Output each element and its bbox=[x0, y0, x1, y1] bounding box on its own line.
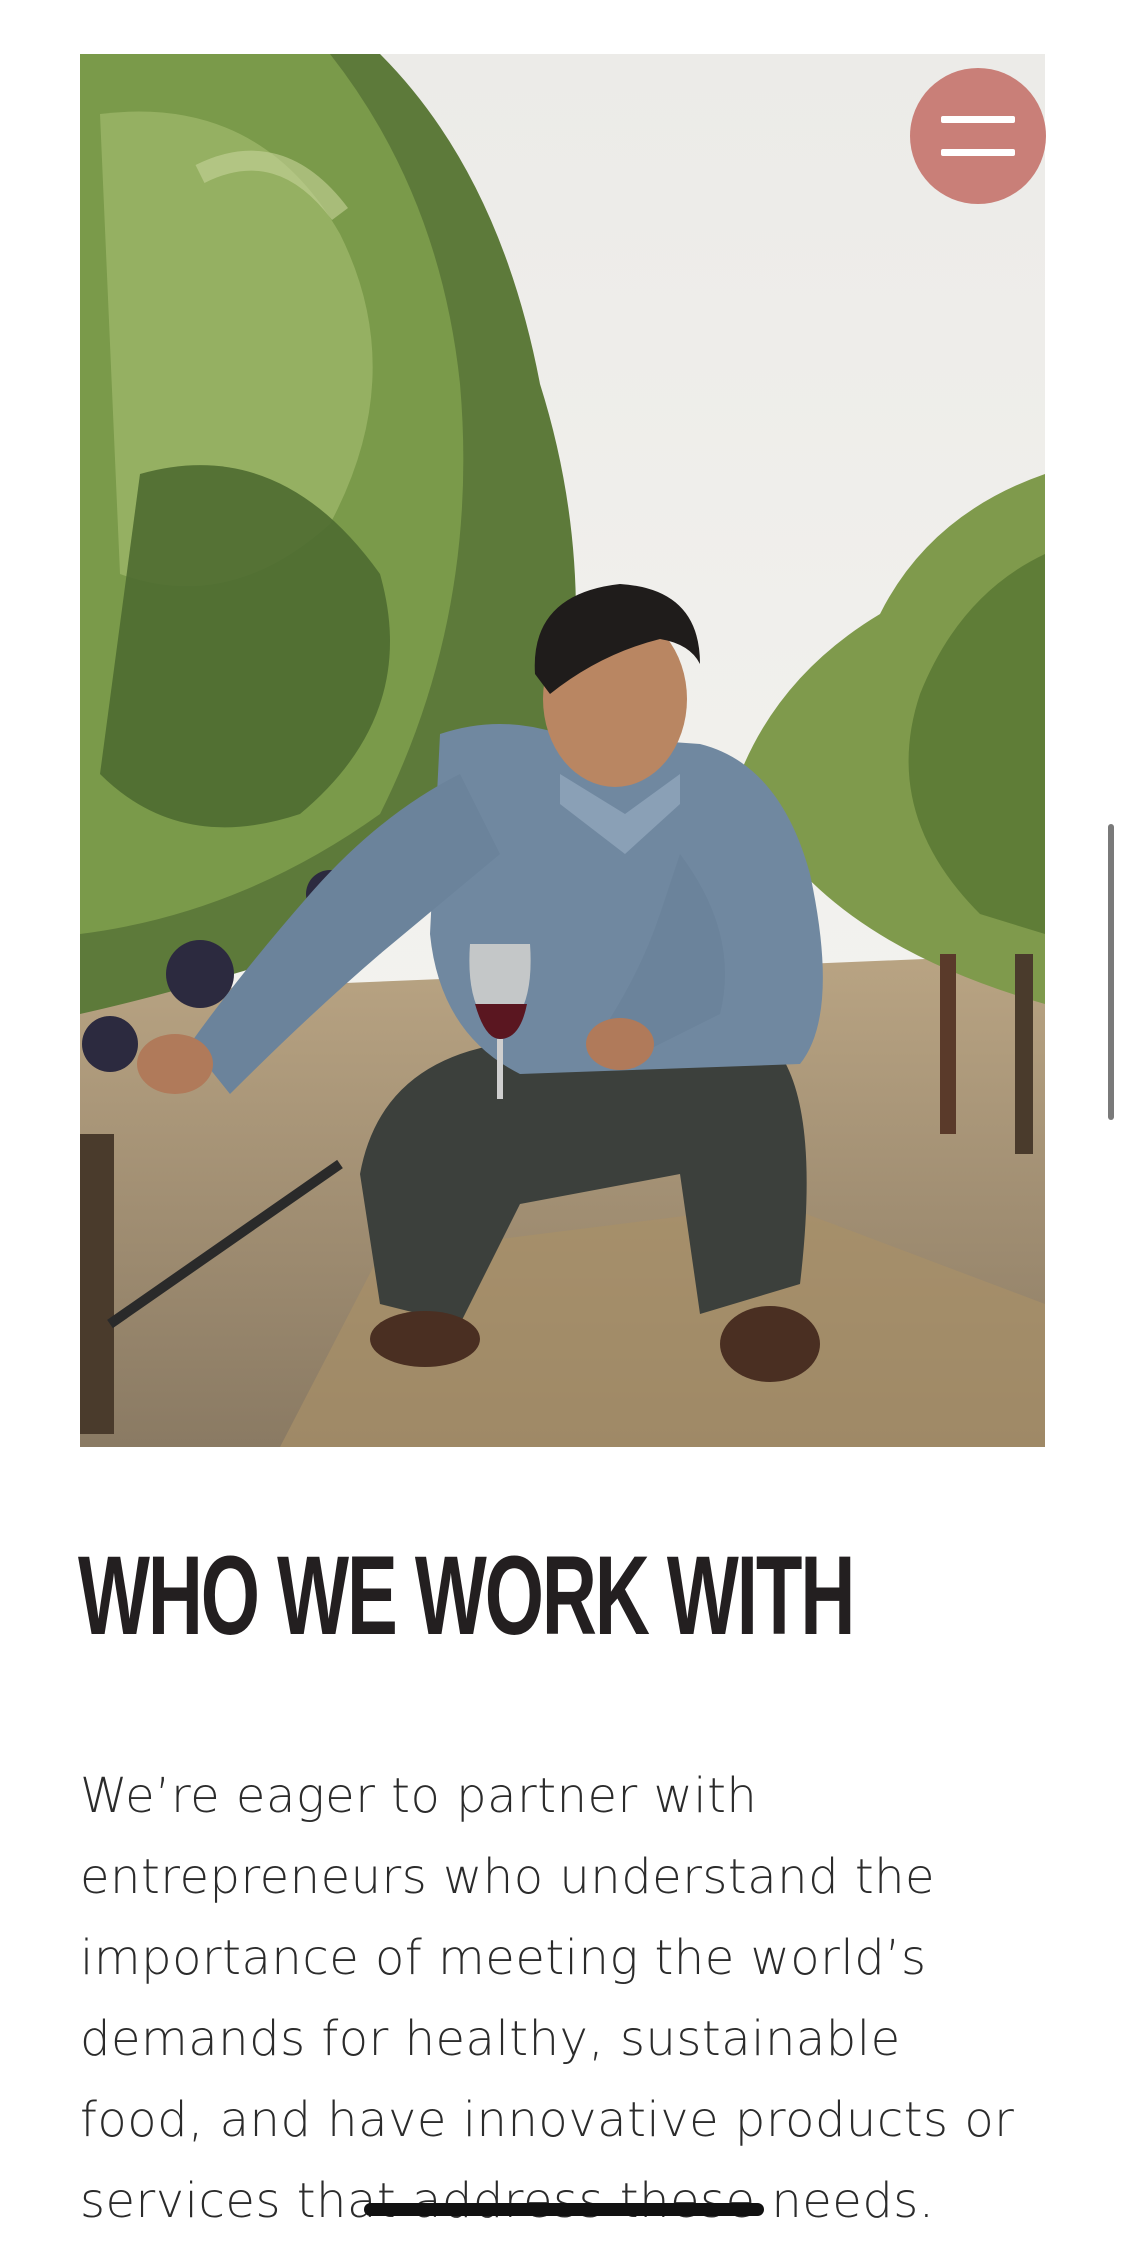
scrollbar[interactable] bbox=[1108, 824, 1114, 1120]
menu-button[interactable] bbox=[910, 68, 1046, 204]
home-indicator[interactable] bbox=[364, 2203, 764, 2216]
hamburger-menu-icon bbox=[941, 116, 1015, 156]
section-heading: WHO WE WORK WITH bbox=[78, 1533, 855, 1658]
menu-bar-top bbox=[941, 116, 1015, 123]
hero-photo bbox=[80, 54, 1045, 1447]
section-body-text: We’re eager to partner with entrepreneur… bbox=[80, 1768, 1015, 2229]
menu-bar-bottom bbox=[941, 149, 1015, 156]
